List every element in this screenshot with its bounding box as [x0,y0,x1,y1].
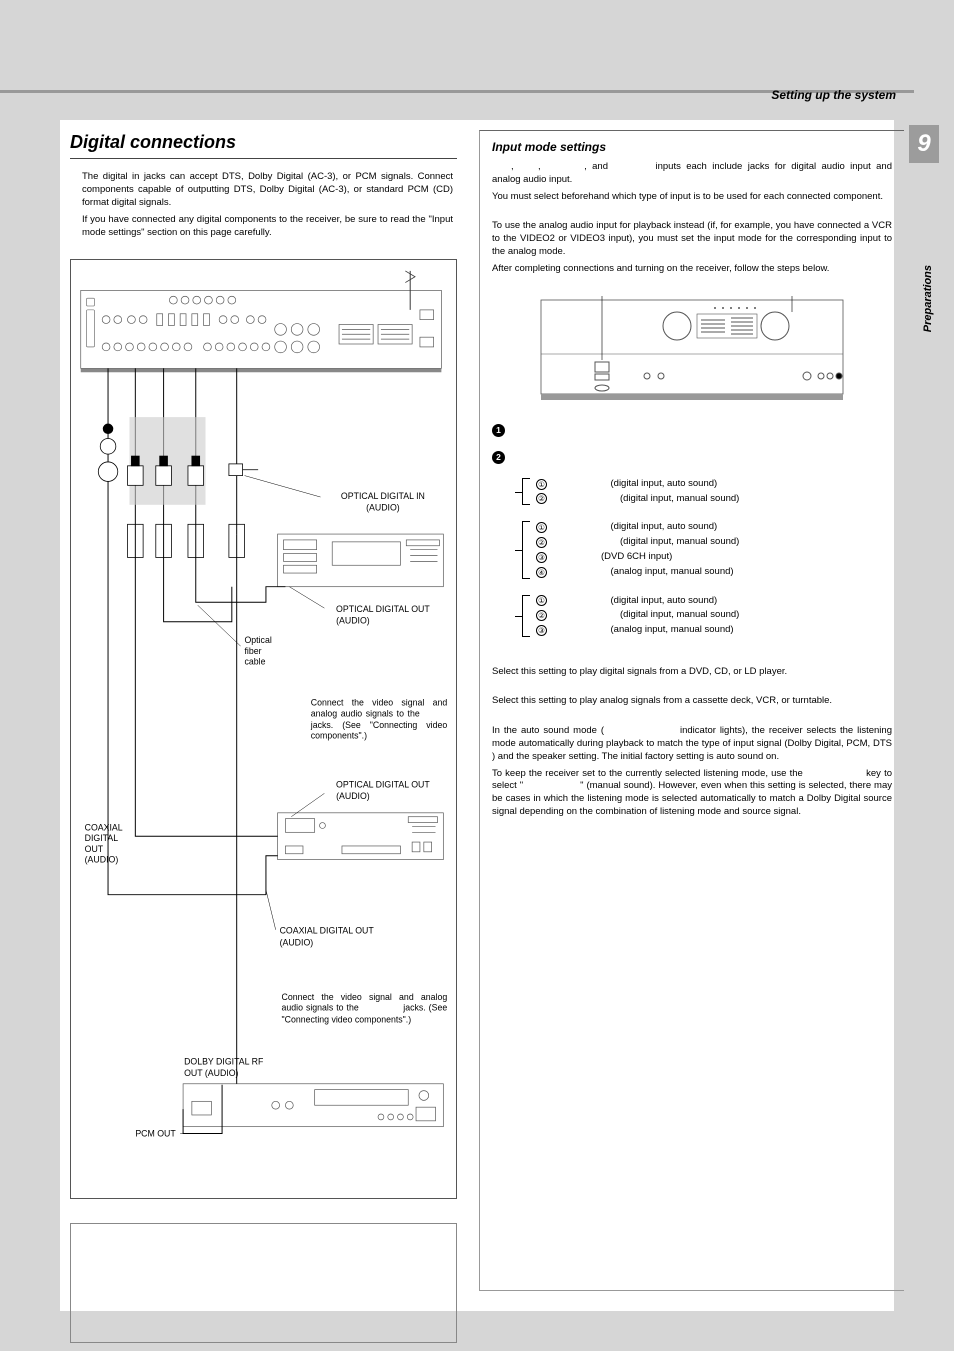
connection-diagram: OPTICAL DIGITAL IN (AUDIO) OPTICAL DIGIT… [70,259,457,1199]
follow-steps: After completing connections and turning… [492,263,892,276]
page: Setting up the system 9 Preparations Dig… [0,0,954,1351]
svg-text:OPTICAL DIGITAL OUT: OPTICAL DIGITAL OUT [336,604,430,614]
opt-group-1: ① (digital input, auto sound) ② (digital… [522,478,892,506]
svg-text:DOLBY DIGITAL RF: DOLBY DIGITAL RF [184,1057,263,1067]
auto-sound-desc: In the auto sound mode ( indicator light… [492,725,892,763]
receiver-front [537,296,847,404]
svg-text:(AUDIO): (AUDIO) [336,616,370,626]
intro-p1: The digital in jacks can accept DTS, Dol… [82,171,453,209]
svg-text:OPTICAL DIGITAL OUT: OPTICAL DIGITAL OUT [336,780,430,790]
digital-desc: Select this setting to play digital sign… [492,666,892,679]
right-column: Input mode settings , , , and inputs eac… [479,130,904,1291]
svg-text:COAXIAL: COAXIAL [85,823,123,833]
opt-group-3: ① (digital input, auto sound) ② (digital… [522,595,892,637]
step-1: 1 [492,424,892,437]
analog-desc: Select this setting to play analog signa… [492,695,892,708]
svg-text:OPTICAL DIGITAL IN: OPTICAL DIGITAL IN [341,491,425,501]
intro-p2: If you have connected any digital compon… [82,214,453,240]
svg-text:(AUDIO): (AUDIO) [280,938,314,948]
svg-text:DIGITAL: DIGITAL [85,833,119,843]
opt-group-2: ① (digital input, auto sound) ② (digital… [522,521,892,578]
svg-text:cable: cable [244,657,265,667]
left-column: Digital connections The digital in jacks… [70,130,465,1291]
left-title: Digital connections [70,130,457,159]
section-label: Setting up the system [771,87,896,103]
svg-text:PCM OUT: PCM OUT [135,1129,176,1139]
svg-text:OUT: OUT [85,844,104,854]
svg-text:Optical: Optical [244,636,271,646]
svg-text:(AUDIO): (AUDIO) [336,792,370,802]
content: Digital connections The digital in jacks… [60,120,894,1311]
manual-sound-desc: To keep the receiver set to the currentl… [492,768,892,819]
step-2: 2 [492,451,892,464]
intro-select: You must select beforehand which type of… [492,191,892,204]
right-title: Input mode settings [492,139,892,155]
notes-box [70,1223,457,1343]
analog-note: To use the analog audio input for playba… [492,220,892,258]
intro-inputs: , , , and inputs each include jacks for … [492,161,892,187]
svg-text:(AUDIO): (AUDIO) [85,855,119,865]
svg-text:(AUDIO): (AUDIO) [366,503,400,513]
svg-text:COAXIAL DIGITAL OUT: COAXIAL DIGITAL OUT [280,926,375,936]
side-tab: Preparations [921,265,936,332]
page-number: 9 [909,125,939,163]
svg-text:OUT (AUDIO): OUT (AUDIO) [184,1068,238,1078]
svg-text:fiber: fiber [244,646,261,656]
